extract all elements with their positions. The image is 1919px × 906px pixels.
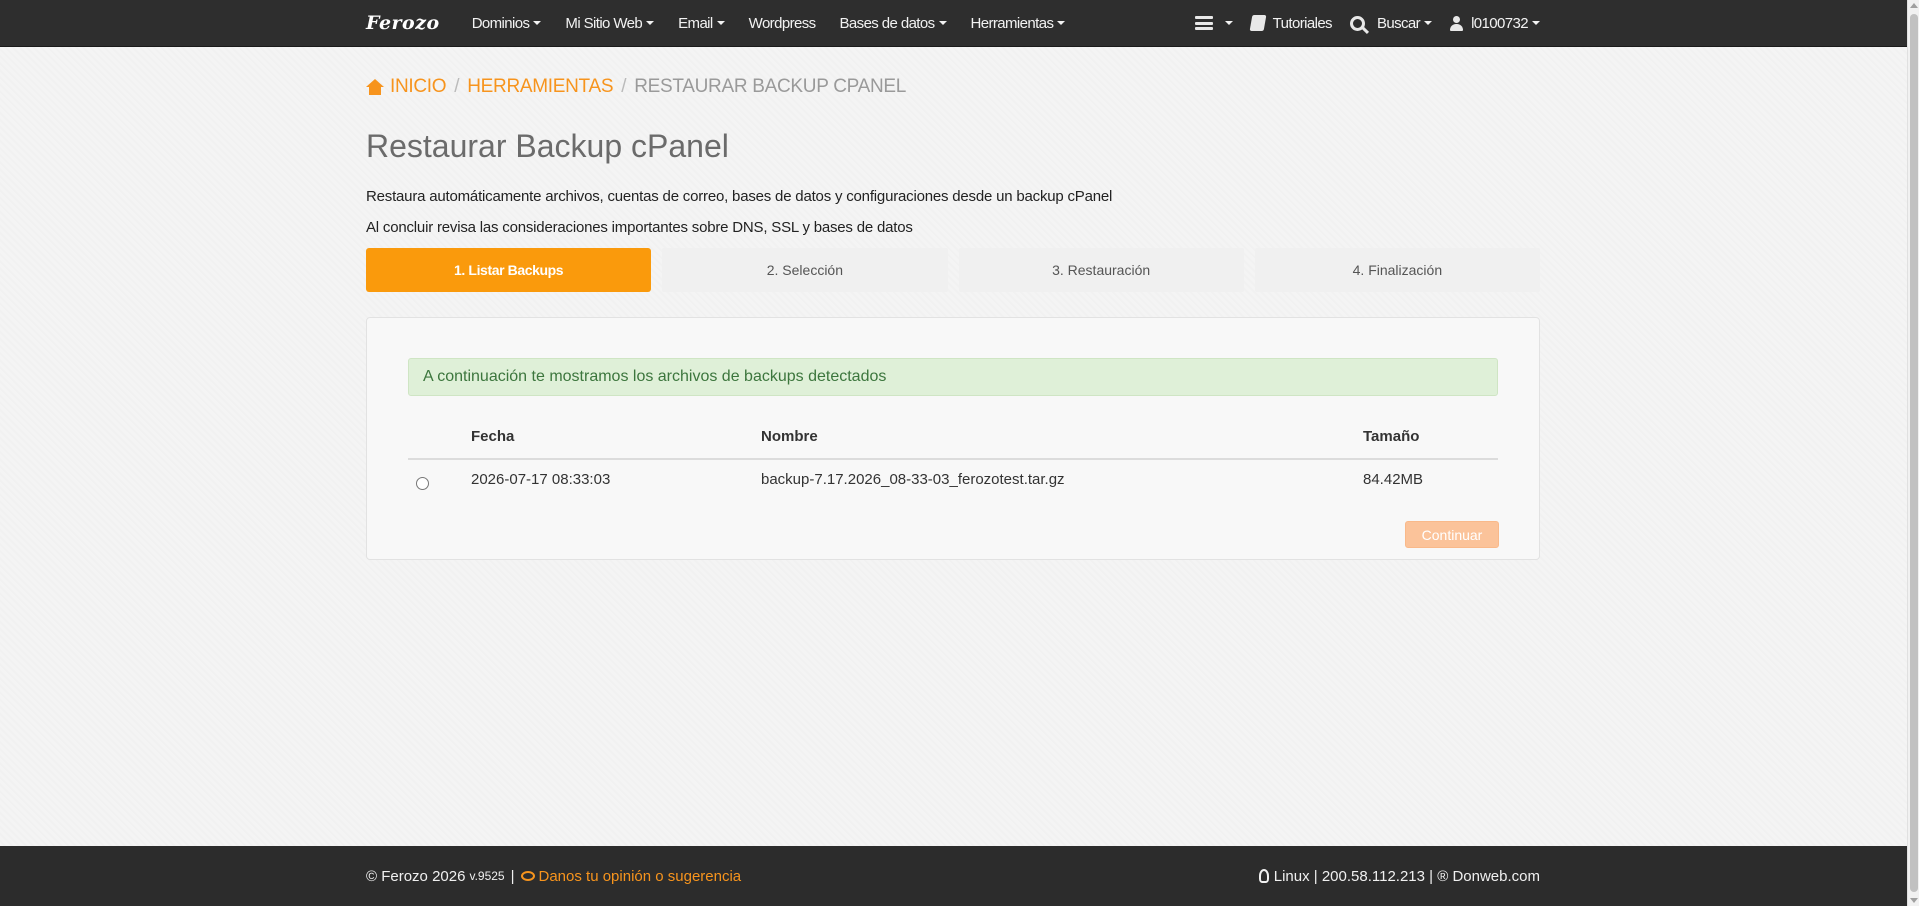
page-description: Restaura automáticamente archivos, cuent… — [366, 188, 1113, 205]
footer-right: Linux | 200.58.112.213 | ® Donweb.com — [1258, 846, 1540, 906]
caret-down-icon — [533, 21, 542, 25]
footer-version: v.9525 — [469, 869, 505, 883]
nav-item-herramientas[interactable]: Herramientas — [971, 15, 1066, 32]
step-restauracion: 3. Restauración — [958, 248, 1244, 292]
caret-down-icon — [716, 21, 725, 25]
user-icon — [1450, 15, 1464, 31]
home-icon — [366, 79, 384, 95]
breadcrumb-herramientas[interactable]: HERRAMIENTAS — [467, 76, 613, 98]
footer-left: © Ferozo 2026 v.9525 | Danos tu opinión … — [366, 846, 741, 906]
breadcrumb: INICIO / HERRAMIENTAS / RESTAURAR BACKUP… — [366, 76, 906, 98]
cell-nombre: backup-7.17.2026_08-33-03_ferozotest.tar… — [761, 471, 1065, 488]
caret-down-icon — [1224, 21, 1233, 25]
backup-select-radio[interactable] — [416, 477, 429, 490]
success-alert: A continuación te mostramos los archivos… — [408, 358, 1498, 396]
nav-item-label: Wordpress — [748, 14, 816, 32]
nav-item-bases-de-datos[interactable]: Bases de datos — [840, 15, 947, 32]
table-header-divider — [408, 458, 1498, 460]
nav-item-tutoriales[interactable]: Tutoriales — [1249, 14, 1333, 32]
feedback-link[interactable]: Danos tu opinión o sugerencia — [520, 867, 742, 885]
step-listar-backups: 1. Listar Backups — [366, 248, 652, 292]
search-icon — [1349, 15, 1365, 31]
step-finalizacion: 4. Finalización — [1254, 248, 1540, 292]
server-menu[interactable] — [1194, 16, 1233, 30]
page-note: Al concluir revisa las consideraciones i… — [366, 219, 913, 236]
navbar-container: Ferozo Dominios Mi Sitio Web Email Wordp… — [366, 0, 1540, 46]
breadcrumb-separator: / — [621, 76, 627, 97]
server-info: Linux | 200.58.112.213 | ® Donweb.com — [1273, 867, 1540, 885]
backups-panel: A continuación te mostramos los archivos… — [366, 317, 1540, 560]
column-header-nombre: Nombre — [761, 428, 818, 445]
nav-item-email[interactable]: Email — [678, 15, 725, 32]
linux-icon — [1258, 869, 1269, 883]
nav-item-dominios[interactable]: Dominios — [472, 15, 542, 32]
page-title: Restaurar Backup cPanel — [366, 128, 729, 164]
footer: © Ferozo 2026 v.9525 | Danos tu opinión … — [0, 846, 1907, 906]
caret-down-icon — [1424, 21, 1433, 25]
cell-fecha: 2026-07-17 08:33:03 — [471, 471, 611, 488]
top-navbar: Ferozo Dominios Mi Sitio Web Email Wordp… — [0, 0, 1907, 47]
nav-item-mi-sitio-web[interactable]: Mi Sitio Web — [565, 14, 655, 32]
breadcrumb-separator: / — [454, 76, 460, 97]
user-menu[interactable]: l0100732 — [1450, 15, 1540, 32]
nav-item-buscar[interactable]: Buscar — [1349, 14, 1433, 32]
caret-down-icon — [938, 21, 947, 25]
cell-tamano: 84.42MB — [1363, 471, 1424, 488]
caret-down-icon — [646, 21, 655, 25]
nav-item-label: Email — [678, 14, 713, 32]
server-icon — [1194, 16, 1213, 30]
caret-down-icon — [1532, 21, 1540, 25]
user-name: l0100732 — [1471, 14, 1529, 32]
nav-item-wordpress[interactable]: Wordpress — [749, 15, 816, 32]
breadcrumb-current: RESTAURAR BACKUP CPANEL — [634, 76, 907, 97]
footer-copyright: © Ferozo 2026 — [366, 867, 466, 885]
comments-icon — [520, 871, 535, 881]
nav-item-label: Dominios — [471, 14, 530, 32]
nav-item-label: Buscar — [1376, 14, 1421, 32]
scrollbar-thumb[interactable] — [1910, 14, 1918, 892]
scroll-down-icon[interactable] — [1910, 898, 1918, 903]
nav-item-label: Herramientas — [970, 14, 1054, 32]
column-header-tamano: Tamaño — [1363, 428, 1420, 445]
footer-separator: | — [510, 867, 515, 885]
nav-item-label: Bases de datos — [839, 14, 936, 32]
wizard-steps: 1. Listar Backups 2. Selección 3. Restau… — [366, 248, 1540, 292]
breadcrumb-home[interactable]: INICIO — [366, 76, 447, 98]
brand-logo[interactable]: Ferozo — [366, 12, 440, 34]
book-icon — [1249, 15, 1267, 31]
continue-button[interactable]: Continuar — [1405, 521, 1499, 548]
column-header-fecha: Fecha — [471, 428, 515, 445]
scroll-up-icon[interactable] — [1910, 3, 1918, 8]
breadcrumb-home-label: INICIO — [390, 76, 447, 97]
navbar-right: Tutoriales Buscar l0100732 — [1177, 0, 1540, 46]
page-scrollbar[interactable] — [1907, 0, 1919, 906]
nav-item-label: Tutoriales — [1272, 14, 1333, 32]
caret-down-icon — [1057, 21, 1066, 25]
nav-item-label: Mi Sitio Web — [565, 14, 643, 32]
feedback-label: Danos tu opinión o sugerencia — [538, 867, 742, 885]
step-seleccion: 2. Selección — [662, 248, 948, 292]
